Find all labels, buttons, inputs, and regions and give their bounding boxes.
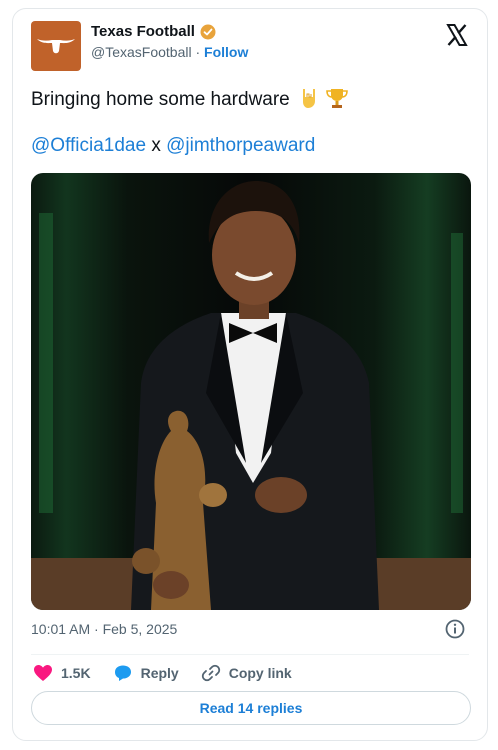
tweet-photo[interactable] — [31, 173, 471, 610]
trophy-football — [199, 483, 227, 507]
mention-link-1[interactable]: @Officia1dae — [31, 135, 146, 156]
rock-on-hand-icon — [303, 89, 316, 108]
info-icon[interactable] — [445, 619, 465, 639]
read-replies-label: Read 14 replies — [199, 700, 303, 716]
longhorn-logo-icon — [37, 39, 75, 54]
tweet-timestamp[interactable]: 10:01 AM · Feb 5, 2025 — [31, 621, 177, 637]
trophy-helmet — [132, 548, 160, 574]
x-logo-icon[interactable] — [445, 23, 469, 47]
tweet-card: Texas Football @TexasFootball · Follow B… — [12, 8, 488, 741]
photo-illustration — [31, 181, 471, 610]
action-bar: 1.5K Reply Copy link — [33, 663, 292, 683]
verified-badge-icon — [200, 24, 216, 39]
divider — [31, 654, 469, 655]
avatar[interactable] — [31, 21, 81, 71]
author-info: Texas Football @TexasFootball · Follow — [91, 23, 248, 60]
stage-light-left — [39, 213, 53, 513]
copy-link-button[interactable]: Copy link — [201, 663, 292, 683]
like-count: 1.5K — [61, 665, 91, 681]
like-button[interactable]: 1.5K — [33, 664, 91, 682]
mention-connector: x — [151, 135, 161, 156]
reply-label: Reply — [140, 665, 179, 681]
read-replies-button[interactable]: Read 14 replies — [31, 691, 471, 725]
hand — [255, 477, 307, 513]
holding-hand — [153, 571, 189, 599]
stage-light-right — [451, 233, 463, 513]
tweet-body: Bringing home some hardware — [31, 89, 290, 110]
heart-icon — [34, 665, 52, 681]
author-name[interactable]: Texas Football — [91, 23, 195, 40]
mention-link-2[interactable]: @jimthorpeaward — [166, 135, 315, 156]
follow-button[interactable]: Follow — [204, 44, 248, 60]
reply-button[interactable]: Reply — [113, 664, 179, 682]
trophy-icon — [326, 89, 349, 108]
reply-bubble-icon — [114, 665, 131, 681]
author-handle[interactable]: @TexasFootball — [91, 44, 192, 60]
link-icon — [201, 664, 220, 682]
tweet-text: Bringing home some hardware — [31, 87, 349, 111]
separator: · — [195, 44, 201, 60]
tweet-mentions: @Officia1dae x @jimthorpeaward — [31, 135, 315, 157]
copy-link-label: Copy link — [228, 665, 292, 681]
